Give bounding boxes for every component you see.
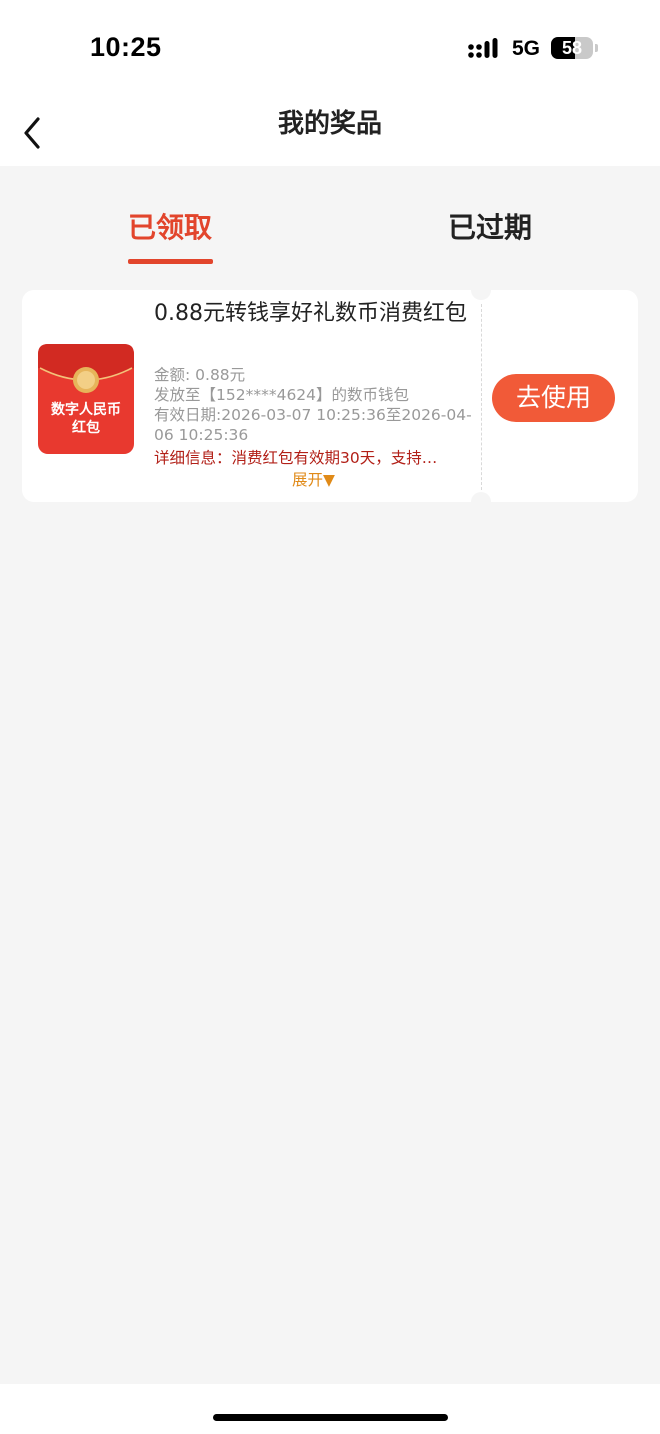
- envelope-label-line2: 红包: [72, 420, 100, 436]
- coupon-notch-bottom: [471, 492, 491, 512]
- battery-level: 58: [561, 38, 583, 58]
- status-bar: 10:25 5G 58: [0, 0, 660, 96]
- prize-amount: 金额: 0.88元: [154, 366, 246, 384]
- red-envelope-icon: [38, 344, 134, 454]
- signal-bars-icon: [468, 38, 498, 58]
- page-title: 我的奖品: [277, 109, 382, 139]
- battery-tip: [595, 44, 598, 52]
- expand-link[interactable]: 展开▼: [292, 470, 335, 490]
- battery-icon: 58: [551, 37, 593, 59]
- home-indicator-area: [0, 1384, 660, 1434]
- red-envelope-image: 数字人民币 红包: [38, 340, 134, 456]
- network-type-label: 5G: [512, 37, 541, 60]
- coupon-perforation: [481, 304, 482, 490]
- active-tab-indicator: [128, 259, 213, 264]
- status-time: 10:25: [90, 32, 162, 62]
- tab-received[interactable]: 已领取: [128, 208, 212, 248]
- prize-detail: 详细信息：消费红包有效期30天，支持…: [154, 449, 438, 467]
- tab-bar: 已领取 已过期: [0, 166, 660, 276]
- prize-title: 0.88元转钱享好礼数币消费红包: [154, 301, 467, 326]
- coupon-action-panel: 去使用: [482, 290, 638, 502]
- nav-bar: 我的奖品: [0, 96, 660, 166]
- coupon-notch-top: [471, 280, 491, 300]
- prize-validity: 有效日期:2026-03-07 10:25:36至2026-04-06 10:2…: [154, 406, 472, 444]
- prize-coupon-card: 数字人民币 红包 0.88元转钱享好礼数币消费红包 金额: 0.88元 发放至【…: [22, 280, 638, 512]
- tab-expired[interactable]: 已过期: [448, 208, 532, 248]
- home-indicator[interactable]: [213, 1414, 448, 1421]
- coupon-info-panel: 数字人民币 红包 0.88元转钱享好礼数币消费红包 金额: 0.88元 发放至【…: [22, 290, 482, 502]
- prize-wallet: 发放至【152****4624】的数币钱包: [154, 386, 410, 404]
- use-button[interactable]: 去使用: [492, 374, 615, 422]
- envelope-label-line1: 数字人民币: [51, 402, 121, 418]
